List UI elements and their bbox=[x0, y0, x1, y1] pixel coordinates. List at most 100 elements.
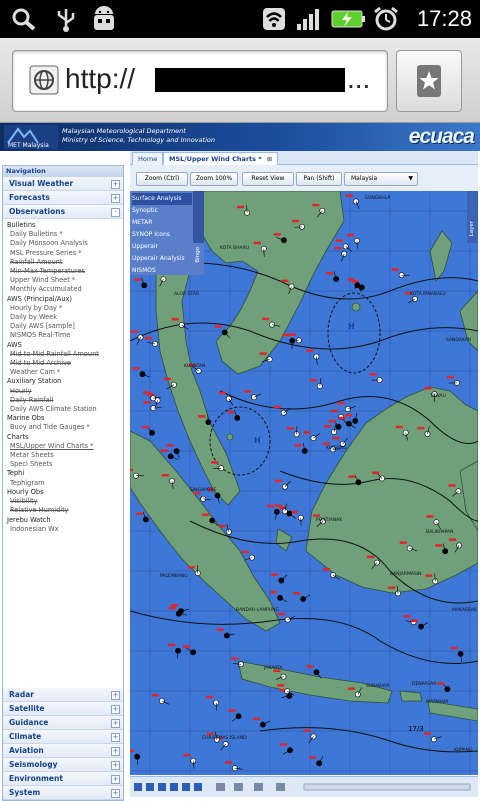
tab-home[interactable]: Home bbox=[132, 152, 163, 165]
nav-link[interactable]: Monthly Accumulated bbox=[7, 285, 123, 294]
url-text: http:// bbox=[65, 63, 135, 95]
status-bar: 17:28 bbox=[0, 0, 480, 38]
url-field[interactable]: http:// ... bbox=[12, 50, 388, 112]
station-plot bbox=[142, 426, 155, 436]
zoom-100-button[interactable]: Zoom 100% bbox=[190, 172, 238, 186]
first-frame-icon[interactable] bbox=[134, 783, 142, 791]
close-icon[interactable]: ⊠ bbox=[267, 156, 272, 163]
pan-button[interactable]: Pan (Shift) bbox=[296, 172, 342, 186]
expand-icon[interactable]: + bbox=[111, 747, 120, 756]
nav-link[interactable]: MSL/Upper Wind Charts * bbox=[7, 442, 123, 451]
nav-link[interactable]: Hourly bbox=[7, 387, 123, 396]
nav-link[interactable]: Hourly by Day * bbox=[7, 304, 123, 313]
nav-link[interactable]: Min-Max Temperatures bbox=[7, 267, 123, 276]
station-plot bbox=[267, 505, 280, 520]
nav-section-seismology[interactable]: Seismology + bbox=[3, 758, 123, 772]
nav-section-system[interactable]: System+ bbox=[3, 786, 123, 800]
nav-link[interactable]: Relative Humidity bbox=[7, 506, 123, 515]
nav-section-forecasts[interactable]: Forecasts+ bbox=[3, 191, 123, 205]
nav-section-observations[interactable]: Observations- bbox=[3, 205, 123, 219]
zoom-ctrl-button[interactable]: Zoom (Ctrl) bbox=[136, 172, 188, 186]
nav-link[interactable]: MSL Pressure Series * bbox=[7, 249, 123, 258]
nav-link[interactable]: Weather Cam * bbox=[7, 368, 123, 377]
nav-link[interactable]: NISMOS Real-Time bbox=[7, 331, 123, 340]
station-plot bbox=[293, 592, 310, 602]
nav-section-aviation[interactable]: Aviation+ bbox=[3, 744, 123, 758]
layer-toggle[interactable]: SYNOP Icons bbox=[132, 229, 170, 241]
place-label: SINGAPORE bbox=[190, 487, 216, 493]
station-plot bbox=[437, 682, 450, 692]
expand-icon[interactable]: + bbox=[111, 719, 120, 728]
layer-toggle[interactable]: Surface Analysis bbox=[132, 193, 192, 205]
expand-icon[interactable]: + bbox=[111, 691, 120, 700]
layer-toggle[interactable]: METAR bbox=[132, 217, 152, 229]
place-label: SURABAYA bbox=[366, 683, 390, 689]
expand-icon[interactable]: + bbox=[111, 775, 120, 784]
expand-icon[interactable]: + bbox=[111, 761, 120, 770]
nav-link[interactable]: Rainfall Amount bbox=[7, 258, 123, 267]
tab-msl-upper-wind[interactable]: MSL/Upper Wind Charts * ⊠ bbox=[163, 152, 278, 165]
nav-link[interactable]: Speci Sheets bbox=[7, 460, 123, 469]
station-plot bbox=[306, 350, 319, 365]
save-icon[interactable] bbox=[234, 783, 243, 791]
nav-section-guidance[interactable]: Guidance+ bbox=[3, 716, 123, 730]
nav-link[interactable]: Metar Sheets bbox=[7, 451, 123, 460]
region-select[interactable]: Malaysia ▼ bbox=[344, 172, 418, 186]
export-icon[interactable] bbox=[254, 783, 263, 791]
reset-view-button[interactable]: Reset View bbox=[242, 172, 294, 186]
station-plot bbox=[370, 373, 383, 383]
nav-link[interactable]: Upper Wind Sheet * bbox=[7, 276, 123, 285]
expand-icon[interactable]: + bbox=[111, 733, 120, 742]
stop-icon[interactable] bbox=[194, 783, 202, 791]
nav-section-climate[interactable]: Climate+ bbox=[3, 730, 123, 744]
station-plot bbox=[310, 378, 323, 389]
nav-section-radar[interactable]: Radar+ bbox=[3, 688, 123, 702]
layer-toggle[interactable]: Upperair Analysis bbox=[132, 253, 185, 265]
land-bangka bbox=[276, 529, 292, 551]
nav-link[interactable]: Daily Monsoon Analysis bbox=[7, 239, 123, 248]
signal-icon bbox=[294, 6, 322, 32]
print-icon[interactable] bbox=[216, 783, 225, 791]
nav-link[interactable]: Daily by Week bbox=[7, 313, 123, 322]
expand-icon[interactable]: + bbox=[111, 789, 120, 798]
place-label: PALEMBANG bbox=[160, 573, 188, 579]
nav-link[interactable]: Mid to Mid Rainfall Amount bbox=[7, 350, 123, 359]
nav-link[interactable]: Mid to Mid Archive bbox=[7, 359, 123, 368]
nav-link[interactable]: Visibility bbox=[7, 497, 123, 506]
place-label: TAWAU bbox=[429, 393, 446, 399]
nav-link[interactable]: Daily AWS Climate Station bbox=[7, 405, 123, 414]
expand-icon[interactable]: + bbox=[111, 705, 120, 714]
play-icon[interactable] bbox=[158, 783, 166, 791]
nav-section-visual-weather[interactable]: Visual Weather+ bbox=[3, 177, 123, 191]
nav-link[interactable]: Daily Bulletins * bbox=[7, 230, 123, 239]
nav-link[interactable]: Daily AWS [sample] bbox=[7, 322, 123, 331]
expand-icon[interactable]: + bbox=[111, 180, 120, 189]
place-label: BALIKPAPAN bbox=[426, 529, 453, 535]
layer-toggle[interactable]: Upperair bbox=[132, 241, 158, 253]
weather-map[interactable]: H H SONGKHLAALOR STARKOTA BHARUKUANTANSI… bbox=[130, 191, 478, 775]
globe-icon bbox=[29, 65, 59, 95]
place-label: BANJARMASIN bbox=[390, 571, 422, 577]
land-borneo bbox=[306, 387, 478, 593]
expand-icon[interactable]: + bbox=[111, 194, 120, 203]
nav-link[interactable]: Indonesian Wx bbox=[7, 525, 123, 534]
next-frame-icon[interactable] bbox=[170, 783, 178, 791]
nav-link[interactable]: Daily Rainfall bbox=[7, 396, 123, 405]
observations-tree: BulletinsDaily Bulletins *Daily Monsoon … bbox=[3, 219, 123, 534]
collapse-icon[interactable]: - bbox=[111, 208, 120, 217]
site-header: MET Malaysia Malaysian Meteorological De… bbox=[0, 123, 480, 151]
last-frame-icon[interactable] bbox=[182, 783, 190, 791]
info-icon[interactable] bbox=[276, 783, 285, 791]
nav-section-environment[interactable]: Environment+ bbox=[3, 772, 123, 786]
layer-side-tab[interactable]: Bingo bbox=[193, 191, 204, 243]
layer-tab[interactable]: Layer bbox=[467, 191, 478, 243]
layer-toggle[interactable]: NISMOS bbox=[132, 265, 156, 277]
horizontal-scrollbar[interactable] bbox=[304, 784, 470, 790]
nav-link[interactable]: Buoy and Tide Gauges * bbox=[7, 423, 123, 432]
nav-section-label: Seismology bbox=[9, 760, 57, 769]
nav-section-satellite[interactable]: Satellite+ bbox=[3, 702, 123, 716]
previous-frame-icon[interactable] bbox=[146, 783, 154, 791]
nav-link[interactable]: Tephigram bbox=[7, 479, 123, 488]
bookmark-button[interactable] bbox=[396, 50, 462, 112]
layer-toggle[interactable]: Synoptic bbox=[132, 205, 158, 217]
